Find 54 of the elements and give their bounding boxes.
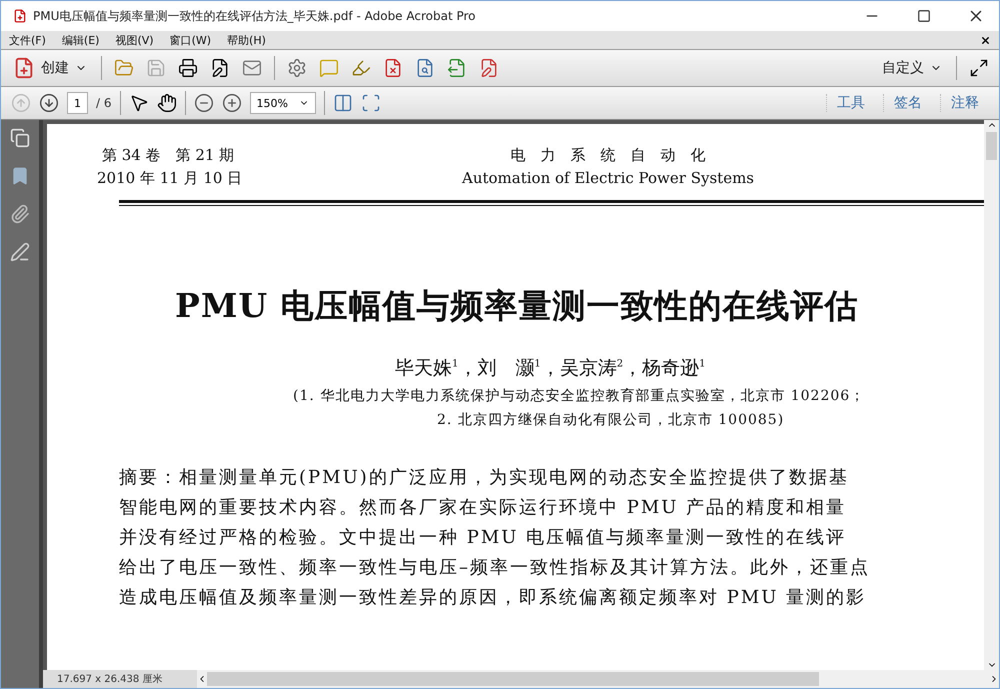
abstract-line: 摘要：相量测量单元(PMU)的广泛应用，为实现电网的动态安全监控提供了数据基 [119, 466, 850, 489]
pane-tab[interactable]: 工具 [826, 94, 875, 112]
menu-item[interactable]: 编辑(E) [62, 32, 100, 48]
create-button[interactable]: 创建 [11, 55, 89, 81]
fullscreen-icon[interactable] [969, 58, 989, 78]
menu-item[interactable]: 视图(V) [115, 32, 154, 48]
edit-icon[interactable] [210, 58, 230, 78]
author-list: 毕天姝$^{1}$，刘 灏$^{1}$，吴京涛$^{2}$，杨奇逊$^{1}$ [395, 355, 984, 381]
hand-tool-icon[interactable] [156, 93, 176, 113]
maximize-icon[interactable] [917, 9, 931, 23]
affiliation: (1. 华北电力大学电力系统保护与动态安全监控教育部重点实验室，北京市 102206； [293, 387, 866, 405]
abstract-line: 给出了电压一致性、频率一致性与电压–频率一致性指标及其计算方法。此外，还重点 [119, 556, 871, 579]
page-count: / 6 [96, 96, 112, 110]
abstract-line: 并没有经过严格的检验。文中提出一种 PMU 电压幅值与频率量测一致性的在线评 [119, 526, 848, 549]
zoom-in-icon[interactable] [222, 93, 242, 113]
next-page-icon[interactable] [39, 93, 59, 113]
menu-item[interactable]: 文件(F) [9, 32, 46, 48]
pane-tab[interactable]: 签名 [883, 94, 932, 112]
scroll-thumb[interactable] [207, 672, 819, 686]
attachment-icon[interactable] [10, 204, 30, 224]
mail-icon[interactable] [242, 58, 262, 78]
journal-issue: 第 34 卷 第 21 期 [101, 146, 236, 165]
file-delete-icon[interactable] [383, 58, 403, 78]
journal-date: 2010 年 11 月 10 日 [97, 169, 244, 188]
journal-name: 电 力 系 统 自 动 化 [510, 146, 706, 165]
page-number-field[interactable]: 1 [67, 92, 88, 114]
signature-icon[interactable] [10, 242, 30, 262]
zoom-out-icon[interactable] [194, 93, 214, 113]
affiliation: 2. 北京四方继保自动化有限公司，北京市 100085) [437, 411, 786, 429]
vertical-scrollbar[interactable] [984, 120, 999, 670]
abstract-line: 造成电压幅值及频率量测一致性差异的原因，即系统偏离额定频率对 PMU 量测的影 [119, 586, 868, 609]
journal-name-english: Automation of Electric Power Systems [462, 169, 754, 187]
paper-title: PMU 电压幅值与频率量测一致性的在线评估 [175, 285, 860, 327]
file-sign-icon[interactable] [479, 58, 499, 78]
pane-tab[interactable]: 注释 [940, 94, 989, 112]
settings-icon[interactable] [287, 58, 307, 78]
abstract-line: 智能电网的重要技术内容。然而各厂家在实际运行环境中 PMU 产品的精度和相量 [119, 496, 848, 519]
print-icon[interactable] [178, 58, 198, 78]
customize-dropdown[interactable]: 自定义 [880, 57, 944, 79]
scroll-thumb[interactable] [986, 132, 997, 160]
menu-item[interactable]: 帮助(H) [227, 32, 266, 48]
menu-item[interactable]: 窗口(W) [170, 32, 212, 48]
page-size: 17.697 x 26.438 厘米 [56, 672, 164, 686]
new-file-icon [13, 57, 35, 79]
open-icon[interactable] [114, 58, 134, 78]
window-title: PMU电压幅值与频率量测一致性的在线评估方法_毕天姝.pdf - Adobe Acrobat Pro [33, 8, 477, 24]
file-export-icon[interactable] [447, 58, 467, 78]
zoom-field[interactable]: 150% [250, 92, 316, 114]
close-icon[interactable] [980, 34, 991, 46]
highlighter-icon[interactable] [351, 58, 371, 78]
horizontal-scrollbar[interactable] [197, 670, 999, 688]
pages-icon[interactable] [10, 128, 30, 148]
select-tool-icon[interactable] [128, 93, 148, 113]
file-search-icon[interactable] [415, 58, 435, 78]
